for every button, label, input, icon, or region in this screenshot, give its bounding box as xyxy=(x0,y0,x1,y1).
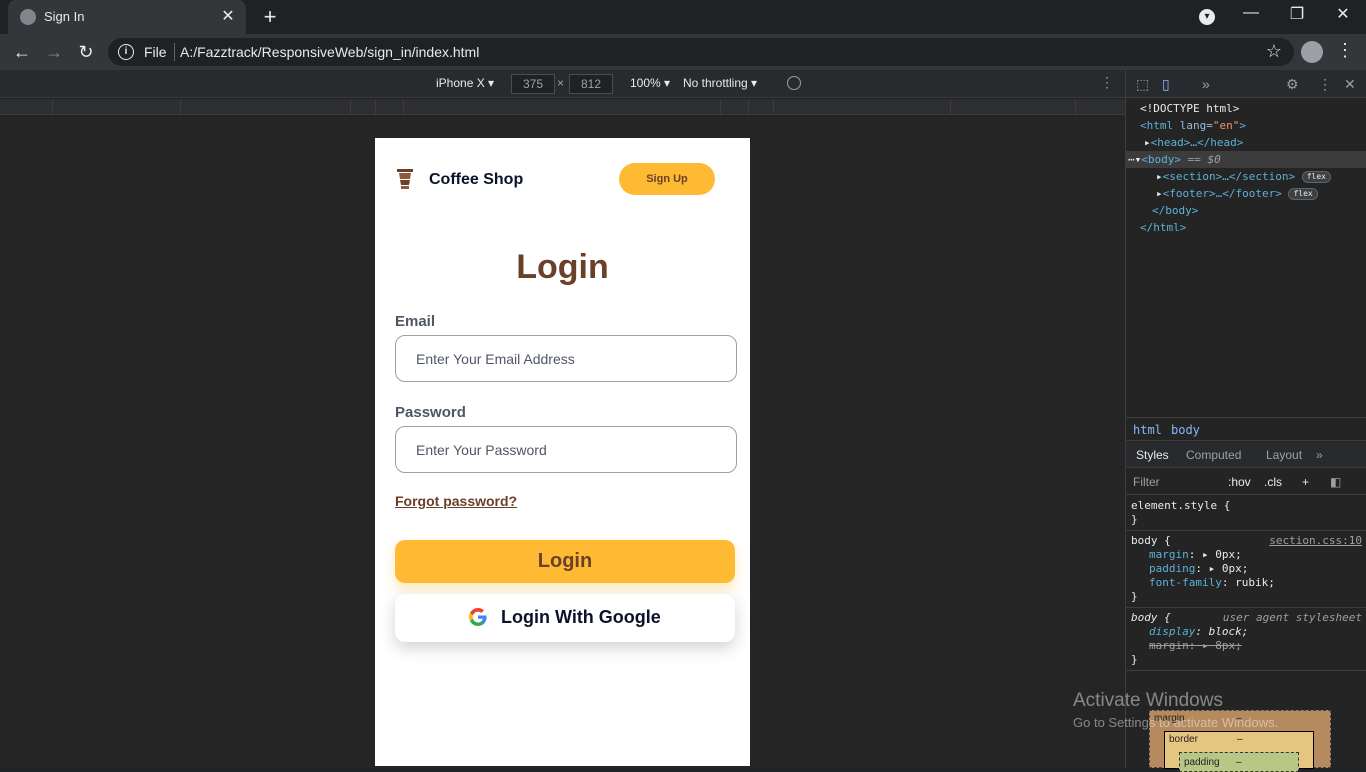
dom-node[interactable]: <html lang="en"> xyxy=(1126,117,1366,134)
dom-node[interactable]: </body> xyxy=(1126,202,1366,219)
tab-computed[interactable]: Computed xyxy=(1186,448,1241,462)
profile-avatar[interactable] xyxy=(1301,41,1323,63)
brand-name: Coffee Shop xyxy=(429,171,524,188)
user-agent-rule[interactable]: body {user agent stylesheet display: blo… xyxy=(1126,608,1366,671)
email-label: Email xyxy=(395,313,436,330)
tab-search-icon[interactable]: ▾ xyxy=(1199,9,1215,25)
login-button[interactable]: Login xyxy=(395,540,735,583)
devtools-panel: ⬚ ▯ » ⚙ ⋮ ✕ <!DOCTYPE html> <html lang="… xyxy=(1125,70,1366,772)
zoom-value: 100% xyxy=(630,76,661,90)
device-select[interactable]: iPhone X ▾ xyxy=(436,76,494,90)
back-icon[interactable]: ← xyxy=(10,40,34,64)
dom-node[interactable]: ▸<section>…</section> flex xyxy=(1126,168,1366,185)
password-label: Password xyxy=(395,404,466,421)
sign-up-button[interactable]: Sign Up xyxy=(619,163,715,195)
new-tab-button[interactable]: + xyxy=(258,4,282,30)
minimize-icon[interactable]: — xyxy=(1236,4,1266,22)
device-width-input[interactable]: 375 xyxy=(511,74,555,94)
reload-icon[interactable]: ↻ xyxy=(74,40,98,64)
login-with-google-button[interactable]: Login With Google xyxy=(395,594,735,642)
bookmark-star-icon[interactable]: ☆ xyxy=(1266,41,1282,62)
tab-title: Sign In xyxy=(44,9,85,24)
gear-icon[interactable]: ⚙ xyxy=(1286,76,1299,93)
close-devtools-icon[interactable]: ✕ xyxy=(1344,76,1356,93)
device-height-input[interactable]: 812 xyxy=(569,74,613,94)
dom-node-selected[interactable]: ⋯▾<body> == $0 xyxy=(1126,151,1366,168)
styles-tabbar: Styles Computed Layout » xyxy=(1126,442,1366,468)
google-icon xyxy=(469,608,487,626)
dom-node[interactable]: ▸<head>…</head> xyxy=(1126,134,1366,151)
body-rule[interactable]: body {section.css:10 margin: ▸ 0px; padd… xyxy=(1126,531,1366,608)
cls-toggle[interactable]: .cls xyxy=(1264,475,1282,489)
throttling-value: No throttling xyxy=(683,76,748,90)
forgot-password-link[interactable]: Forgot password? xyxy=(395,493,517,509)
add-rule-icon[interactable]: + xyxy=(1302,475,1309,489)
windows-activation-watermark: Activate Windows Go to Settings to activ… xyxy=(1073,690,1279,730)
element-style-rule[interactable]: element.style { } xyxy=(1126,496,1366,531)
divider xyxy=(174,43,175,61)
dom-tree: <!DOCTYPE html> <html lang="en"> ▸<head>… xyxy=(1126,100,1366,236)
zoom-select[interactable]: 100% ▾ xyxy=(630,76,670,90)
device-toggle-icon[interactable]: ▯ xyxy=(1162,76,1170,93)
device-name: iPhone X xyxy=(436,76,485,90)
email-field[interactable] xyxy=(395,335,737,382)
styles-filter-row: Filter :hov .cls + ◧ xyxy=(1126,469,1366,495)
device-menu-icon[interactable]: ⋮ xyxy=(1100,74,1114,91)
maximize-icon[interactable]: ❐ xyxy=(1282,4,1312,24)
browser-menu-icon[interactable]: ⋮ xyxy=(1336,40,1354,61)
browser-toolbar: ← → ↻ i File A:/Fazztrack/ResponsiveWeb/… xyxy=(0,34,1366,70)
devtools-menu-icon[interactable]: ⋮ xyxy=(1318,76,1332,93)
dom-node[interactable]: </html> xyxy=(1126,219,1366,236)
crumb-html[interactable]: html xyxy=(1133,423,1162,437)
page-title: Login xyxy=(516,248,609,286)
dom-node[interactable]: ▸<footer>…</footer> flex xyxy=(1126,185,1366,202)
address-bar[interactable]: i File A:/Fazztrack/ResponsiveWeb/sign_i… xyxy=(108,38,1294,66)
media-query-ruler[interactable] xyxy=(0,99,1125,115)
tab-strip: Sign In ✕ + ▾ — ❐ ✕ xyxy=(0,0,1366,34)
toggle-sidebar-icon[interactable]: ◧ xyxy=(1330,475,1341,489)
dom-node[interactable]: <!DOCTYPE html> xyxy=(1126,100,1366,117)
url-text[interactable]: A:/Fazztrack/ResponsiveWeb/sign_in/index… xyxy=(180,44,479,60)
hov-toggle[interactable]: :hov xyxy=(1228,475,1251,489)
info-icon[interactable]: i xyxy=(118,44,134,60)
tab-sign-in[interactable]: Sign In ✕ xyxy=(8,0,246,34)
google-button-label: Login With Google xyxy=(501,607,661,627)
throttling-select[interactable]: No throttling ▾ xyxy=(683,76,757,90)
close-window-icon[interactable]: ✕ xyxy=(1328,4,1358,24)
devtools-toolbar: ⬚ ▯ » ⚙ ⋮ ✕ xyxy=(1126,70,1366,98)
source-link[interactable]: section.css:10 xyxy=(1269,534,1362,548)
device-toolbar: iPhone X ▾ 375 × 812 100% ▾ No throttlin… xyxy=(0,70,1125,98)
styles-pane: element.style { } body {section.css:10 m… xyxy=(1126,496,1366,671)
inspect-element-icon[interactable]: ⬚ xyxy=(1136,76,1149,93)
url-scheme: File xyxy=(144,44,167,60)
filter-input[interactable]: Filter xyxy=(1133,475,1160,489)
more-panels-icon[interactable]: » xyxy=(1316,448,1323,462)
tab-styles[interactable]: Styles xyxy=(1136,448,1169,462)
crumb-body[interactable]: body xyxy=(1171,423,1200,437)
rotate-icon[interactable] xyxy=(787,76,801,90)
forward-icon[interactable]: → xyxy=(42,40,66,64)
more-tabs-icon[interactable]: » xyxy=(1202,76,1210,92)
times-icon: × xyxy=(557,76,565,90)
tab-layout[interactable]: Layout xyxy=(1266,448,1302,462)
password-field[interactable] xyxy=(395,426,737,473)
mobile-page: Coffee Shop Sign Up Login Email Password… xyxy=(375,138,750,766)
breadcrumb: html body xyxy=(1126,417,1366,441)
coffee-cup-icon xyxy=(397,169,413,189)
globe-icon xyxy=(20,9,36,25)
close-tab-icon[interactable]: ✕ xyxy=(218,6,238,26)
